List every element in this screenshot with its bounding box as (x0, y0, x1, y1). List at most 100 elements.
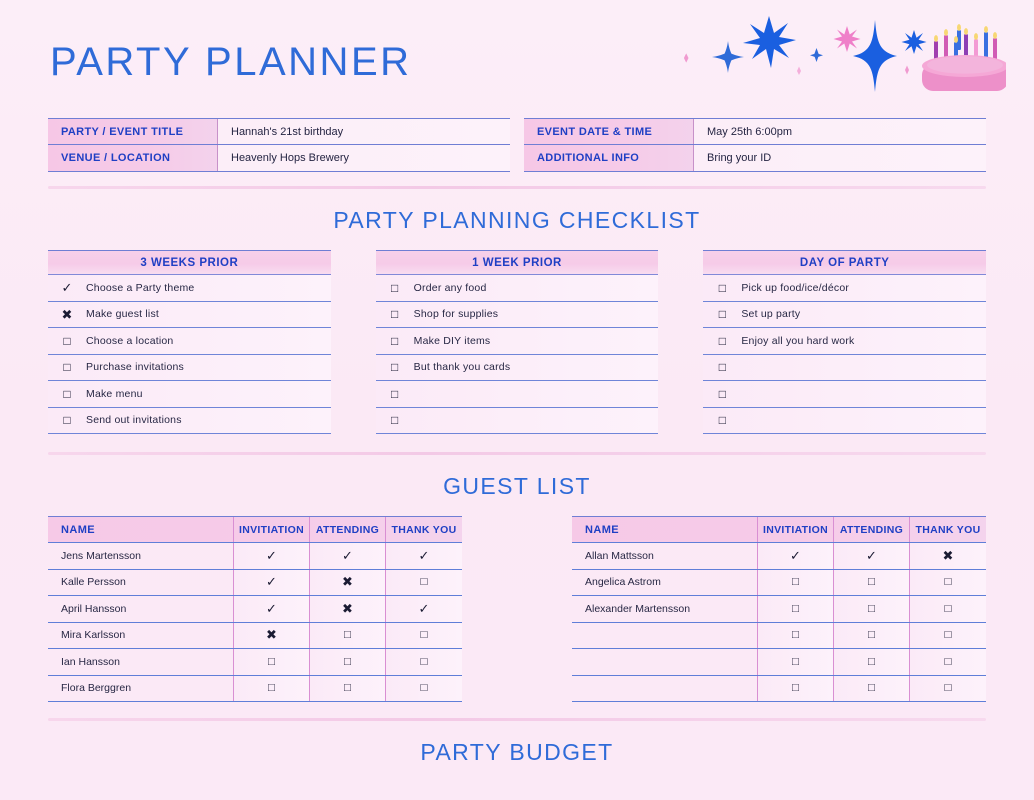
checklist-item[interactable]: □ (703, 407, 987, 434)
attending-checkbox[interactable]: ✖ (310, 569, 386, 595)
table-row[interactable]: □ □ □ (572, 622, 986, 649)
checklist-item[interactable]: ✖ Make guest list (48, 301, 331, 328)
guest-name[interactable]: Ian Hansson (48, 649, 234, 675)
table-row[interactable]: Angelica Astrom □ □ □ (572, 569, 986, 596)
guest-name[interactable] (572, 622, 758, 648)
additional-info-field[interactable]: Bring your ID (694, 145, 986, 171)
checklist-item[interactable]: □ Order any food (375, 275, 659, 302)
checklist-item[interactable]: □ (703, 381, 987, 408)
checklist-item[interactable]: □ Set up party (703, 301, 987, 328)
guest-name[interactable]: April Hansson (48, 596, 234, 622)
guest-name[interactable]: Kalle Persson (48, 569, 234, 595)
attending-checkbox[interactable]: □ (834, 675, 910, 701)
attending-checkbox[interactable]: ✓ (310, 543, 386, 569)
checkbox-icon[interactable]: □ (376, 335, 414, 347)
thank-you-checkbox[interactable]: □ (910, 649, 986, 675)
invitation-checkbox[interactable]: ✓ (234, 569, 310, 595)
thank-you-checkbox[interactable]: □ (910, 569, 986, 595)
guest-name[interactable]: Angelica Astrom (572, 569, 758, 595)
checkbox-icon[interactable]: □ (48, 414, 86, 426)
date-time-field[interactable]: May 25th 6:00pm (694, 119, 986, 144)
checklist-item[interactable]: □ (375, 381, 659, 408)
invitation-checkbox[interactable]: □ (234, 649, 310, 675)
checkbox-icon[interactable]: □ (703, 388, 741, 400)
invitation-checkbox[interactable]: ✓ (234, 596, 310, 622)
checklist-item[interactable]: □ (703, 354, 987, 381)
checklist-item[interactable]: □ Send out invitations (48, 407, 331, 434)
attending-checkbox[interactable]: ✓ (834, 543, 910, 569)
invitation-checkbox[interactable]: ✓ (234, 543, 310, 569)
thank-you-checkbox[interactable]: □ (910, 622, 986, 648)
guest-name[interactable] (572, 649, 758, 675)
checkbox-icon[interactable]: □ (703, 414, 741, 426)
thank-you-checkbox[interactable]: □ (386, 649, 462, 675)
guest-name[interactable]: Allan Mattsson (572, 543, 758, 569)
table-row[interactable]: Mira Karlsson ✖ □ □ (48, 622, 462, 649)
invitation-checkbox[interactable]: ✖ (234, 622, 310, 648)
table-row[interactable]: Flora Berggren □ □ □ (48, 675, 462, 702)
checklist-item[interactable]: □ Pick up food/ice/décor (703, 275, 987, 302)
checkbox-icon[interactable]: □ (376, 361, 414, 373)
table-row[interactable]: Kalle Persson ✓ ✖ □ (48, 569, 462, 596)
table-row[interactable]: □ □ □ (572, 675, 986, 702)
checkbox-icon[interactable]: □ (376, 308, 414, 320)
checkbox-icon[interactable]: □ (376, 282, 414, 294)
thank-you-checkbox[interactable]: □ (910, 675, 986, 701)
table-row[interactable]: □ □ □ (572, 649, 986, 676)
thank-you-checkbox[interactable]: ✓ (386, 543, 462, 569)
checklist-item[interactable]: □ Make menu (48, 381, 331, 408)
table-row[interactable]: April Hansson ✓ ✖ ✓ (48, 596, 462, 623)
thank-you-checkbox[interactable]: □ (386, 622, 462, 648)
checkbox-icon[interactable]: □ (48, 388, 86, 400)
checkbox-icon[interactable]: □ (376, 388, 414, 400)
table-row[interactable]: Allan Mattsson ✓ ✓ ✖ (572, 543, 986, 570)
checkbox-icon[interactable]: □ (703, 308, 741, 320)
checkbox-icon[interactable]: ✖ (48, 308, 86, 321)
thank-you-checkbox[interactable]: □ (910, 596, 986, 622)
attending-checkbox[interactable]: □ (310, 649, 386, 675)
attending-checkbox[interactable]: □ (310, 622, 386, 648)
venue-field[interactable]: Heavenly Hops Brewery (218, 145, 510, 171)
invitation-checkbox[interactable]: □ (758, 675, 834, 701)
guest-name[interactable]: Mira Karlsson (48, 622, 234, 648)
invitation-checkbox[interactable]: □ (758, 596, 834, 622)
checklist-item[interactable]: ✓ Choose a Party theme (48, 275, 331, 302)
checklist-item[interactable]: □ Enjoy all you hard work (703, 328, 987, 355)
attending-checkbox[interactable]: □ (834, 622, 910, 648)
checklist-item[interactable]: □ But thank you cards (375, 354, 659, 381)
guest-name[interactable]: Alexander Martensson (572, 596, 758, 622)
checkbox-icon[interactable]: ✓ (48, 281, 86, 294)
checkbox-icon[interactable]: □ (48, 361, 86, 373)
guest-name[interactable]: Flora Berggren (48, 675, 234, 701)
invitation-checkbox[interactable]: □ (758, 649, 834, 675)
thank-you-checkbox[interactable]: ✖ (910, 543, 986, 569)
checkbox-icon[interactable]: □ (703, 335, 741, 347)
checklist-item[interactable]: □ Shop for supplies (375, 301, 659, 328)
checklist-item[interactable]: □ Choose a location (48, 328, 331, 355)
attending-checkbox[interactable]: ✖ (310, 596, 386, 622)
attending-checkbox[interactable]: □ (834, 596, 910, 622)
table-row[interactable]: Jens Martensson ✓ ✓ ✓ (48, 543, 462, 570)
checkbox-icon[interactable]: □ (703, 361, 741, 373)
checklist-item[interactable]: □ Purchase invitations (48, 354, 331, 381)
invitation-checkbox[interactable]: □ (758, 622, 834, 648)
thank-you-checkbox[interactable]: □ (386, 569, 462, 595)
checklist-item[interactable]: □ (375, 407, 659, 434)
thank-you-checkbox[interactable]: □ (386, 675, 462, 701)
attending-checkbox[interactable]: □ (834, 649, 910, 675)
table-row[interactable]: Ian Hansson □ □ □ (48, 649, 462, 676)
invitation-checkbox[interactable]: □ (758, 569, 834, 595)
thank-you-checkbox[interactable]: ✓ (386, 596, 462, 622)
invitation-checkbox[interactable]: ✓ (758, 543, 834, 569)
guest-name[interactable] (572, 675, 758, 701)
attending-checkbox[interactable]: □ (834, 569, 910, 595)
party-title-field[interactable]: Hannah's 21st birthday (218, 119, 510, 144)
attending-checkbox[interactable]: □ (310, 675, 386, 701)
checkbox-icon[interactable]: □ (376, 414, 414, 426)
guest-name[interactable]: Jens Martensson (48, 543, 234, 569)
checklist-item[interactable]: □ Make DIY items (375, 328, 659, 355)
table-row[interactable]: Alexander Martensson □ □ □ (572, 596, 986, 623)
invitation-checkbox[interactable]: □ (234, 675, 310, 701)
checkbox-icon[interactable]: □ (48, 335, 86, 347)
checkbox-icon[interactable]: □ (703, 282, 741, 294)
